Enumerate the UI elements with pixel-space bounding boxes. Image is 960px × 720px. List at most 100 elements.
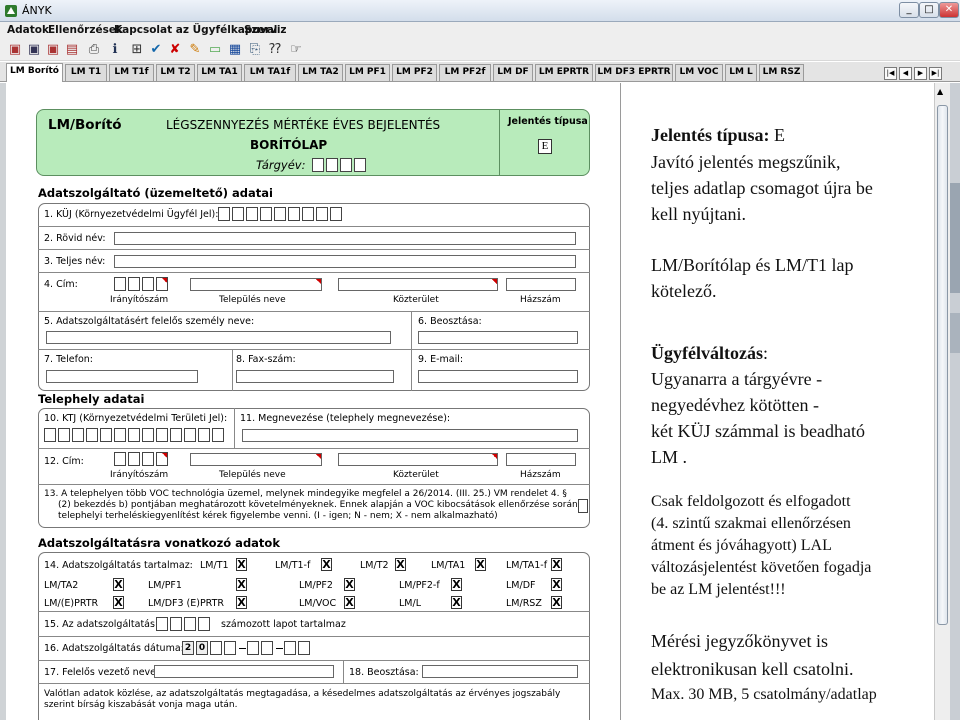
sheet-lm-t1f-checkbox[interactable]: X [321, 558, 332, 571]
sheet-lm-pf1-checkbox[interactable]: X [236, 578, 247, 591]
delete-icon[interactable]: ✘ [168, 43, 182, 57]
tab-lm-df[interactable]: LM DF [493, 64, 533, 81]
hand-icon[interactable]: ☞ [289, 43, 303, 57]
ktj-digit-13[interactable] [212, 428, 224, 442]
sheet-lm-ta1-checkbox[interactable]: X [475, 558, 486, 571]
edit-icon[interactable]: ✎ [188, 43, 202, 57]
prev-tab-button[interactable]: ◀ [899, 67, 912, 80]
ktj-digit-7[interactable] [128, 428, 140, 442]
close-button[interactable]: ✕ [939, 2, 959, 18]
stack-icon[interactable]: ▦ [228, 43, 242, 57]
page-count-digit-4[interactable] [198, 617, 210, 631]
site-street-field[interactable] [338, 453, 498, 466]
date-digit-4[interactable] [224, 641, 236, 655]
kuj-digit-1[interactable] [218, 207, 230, 221]
tab-lm-pf2[interactable]: LM PF2 [392, 64, 437, 81]
date-digit-1[interactable]: 2 [182, 641, 194, 655]
save-as-icon[interactable]: ▣ [46, 43, 60, 57]
position-field[interactable] [418, 331, 578, 344]
kuj-digit-5[interactable] [274, 207, 286, 221]
tab-lm-eprtr[interactable]: LM EPRTR [535, 64, 593, 81]
ktj-digit-9[interactable] [156, 428, 168, 442]
tab-lm-rsz[interactable]: LM RSZ [759, 64, 804, 81]
ktj-digit-10[interactable] [170, 428, 182, 442]
first-tab-button[interactable]: |◀ [884, 67, 897, 80]
date-digit-5[interactable] [247, 641, 259, 655]
sheet-lm-ta1f-checkbox[interactable]: X [551, 558, 562, 571]
sheet-lm-rsz-checkbox[interactable]: X [551, 596, 562, 609]
menu-szerviz[interactable]: Szerviz [244, 24, 287, 36]
tab-lm-t1f[interactable]: LM T1f [109, 64, 154, 81]
report-type-field[interactable]: E [538, 139, 552, 154]
year-digit-4[interactable] [354, 158, 366, 172]
sheet-lm-df3-eprtr-checkbox[interactable]: X [236, 596, 247, 609]
tab-lm-pf1[interactable]: LM PF1 [345, 64, 390, 81]
scroll-thumb[interactable] [937, 105, 948, 625]
last-tab-button[interactable]: ▶| [929, 67, 942, 80]
info-icon[interactable]: ℹ [108, 43, 122, 57]
sheet-lm-t1-checkbox[interactable]: X [236, 558, 247, 571]
attach-icon[interactable]: ⎘ [248, 43, 262, 57]
sheet-lm-t2-checkbox[interactable]: X [395, 558, 406, 571]
manager-name-field[interactable] [154, 665, 334, 678]
site-zip-digit-3[interactable] [142, 452, 154, 466]
full-name-field[interactable] [114, 255, 576, 268]
tab-lm-l[interactable]: LM L [725, 64, 757, 81]
kuj-digit-7[interactable] [302, 207, 314, 221]
fax-field[interactable] [236, 370, 394, 383]
tab-lm-t1[interactable]: LM T1 [65, 64, 107, 81]
site-city-field[interactable] [190, 453, 322, 466]
tab-lm-pf2f[interactable]: LM PF2f [439, 64, 491, 81]
scroll-up-icon[interactable]: ▲ [937, 87, 943, 96]
zip-digit-1[interactable] [114, 277, 126, 291]
house-number-field[interactable] [506, 278, 576, 291]
voc-answer-field[interactable] [578, 499, 588, 513]
folder-icon[interactable]: ▭ [208, 43, 222, 57]
ktj-digit-1[interactable] [44, 428, 56, 442]
tab-lm-df3-eprtr[interactable]: LM DF3 EPRTR [595, 64, 673, 81]
sheet-lm-voc-checkbox[interactable]: X [344, 596, 355, 609]
vertical-scrollbar[interactable]: ▲ [934, 83, 950, 720]
kuj-digit-3[interactable] [246, 207, 258, 221]
site-house-field[interactable] [506, 453, 576, 466]
page-count-digit-3[interactable] [184, 617, 196, 631]
site-name-field[interactable] [242, 429, 578, 442]
phone-field[interactable] [46, 370, 198, 383]
site-zip-digit-4[interactable] [156, 452, 168, 466]
ktj-digit-12[interactable] [198, 428, 210, 442]
sheet-lm-pf2f-checkbox[interactable]: X [451, 578, 462, 591]
help-icon[interactable]: ⁇ [268, 43, 282, 57]
date-digit-7[interactable] [284, 641, 296, 655]
email-field[interactable] [418, 370, 578, 383]
ktj-digit-3[interactable] [72, 428, 84, 442]
kuj-digit-8[interactable] [316, 207, 328, 221]
ktj-digit-2[interactable] [58, 428, 70, 442]
ktj-digit-8[interactable] [142, 428, 154, 442]
kuj-digit-2[interactable] [232, 207, 244, 221]
year-digit-3[interactable] [340, 158, 352, 172]
sheet-lm-ta2-checkbox[interactable]: X [113, 578, 124, 591]
responsible-person-field[interactable] [46, 331, 391, 344]
kuj-digit-9[interactable] [330, 207, 342, 221]
year-digit-2[interactable] [326, 158, 338, 172]
tab-lm-voc[interactable]: LM VOC [675, 64, 723, 81]
checkmark-icon[interactable]: ✔ [149, 43, 163, 57]
menu-adatok[interactable]: Adatok [7, 24, 49, 36]
street-field[interactable] [338, 278, 498, 291]
year-digit-1[interactable] [312, 158, 324, 172]
page-count-digit-1[interactable] [156, 617, 168, 631]
date-digit-3[interactable] [210, 641, 222, 655]
date-digit-6[interactable] [261, 641, 273, 655]
tab-lm-t2[interactable]: LM T2 [156, 64, 195, 81]
minimize-button[interactable]: _ [899, 2, 919, 18]
sheet-lm-pf2-checkbox[interactable]: X [344, 578, 355, 591]
next-tab-button[interactable]: ▶ [914, 67, 927, 80]
kuj-digit-6[interactable] [288, 207, 300, 221]
check-icon[interactable]: ⊞ [130, 43, 144, 57]
sheet-lm-l-checkbox[interactable]: X [451, 596, 462, 609]
tab-lm-ta1f[interactable]: LM TA1f [244, 64, 296, 81]
tab-lm-ta2[interactable]: LM TA2 [298, 64, 343, 81]
ktj-digit-6[interactable] [114, 428, 126, 442]
short-name-field[interactable] [114, 232, 576, 245]
import-icon[interactable]: ▤ [65, 43, 79, 57]
